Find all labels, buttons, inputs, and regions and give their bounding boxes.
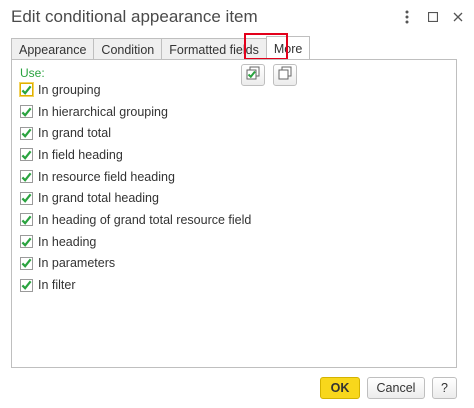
cancel-button[interactable]: Cancel [367, 377, 425, 399]
copy-button[interactable] [273, 64, 297, 86]
list-item[interactable]: In hierarchical grouping [20, 101, 251, 123]
tab-condition[interactable]: Condition [93, 38, 163, 60]
checkbox[interactable] [20, 191, 33, 205]
close-icon[interactable] [449, 7, 467, 27]
list-item[interactable]: In heading [20, 231, 251, 253]
item-label: In resource field heading [38, 169, 175, 184]
list-item[interactable]: In grouping [20, 79, 251, 101]
tab-label: Condition [101, 42, 155, 57]
list-item[interactable]: In heading of grand total resource field [20, 209, 251, 231]
use-label: Use: [20, 66, 45, 80]
list-item[interactable]: In field heading [20, 144, 251, 166]
tab-formatted-fields[interactable]: Formatted fields [161, 38, 267, 60]
checkbox[interactable] [20, 148, 33, 162]
checkbox[interactable] [20, 83, 33, 97]
tab-label: Appearance [19, 42, 87, 57]
list-item[interactable]: In parameters [20, 253, 251, 275]
checkbox[interactable] [20, 105, 33, 119]
item-label: In grand total heading [38, 191, 159, 206]
item-label: In filter [38, 278, 76, 293]
checkbox[interactable] [20, 235, 33, 249]
checkmark-icon [21, 280, 32, 290]
tab-label: More [273, 41, 303, 56]
checkmark-icon [21, 172, 32, 182]
maximize-icon[interactable] [424, 7, 442, 27]
checkbox[interactable] [20, 170, 33, 184]
tab-more[interactable]: More [265, 36, 311, 60]
checkmark-icon [21, 215, 32, 225]
copy-icon [278, 66, 292, 85]
tab-bar: Appearance Condition Formatted fields Mo… [11, 36, 311, 60]
checkbox[interactable] [20, 278, 33, 292]
item-label: In grouping [38, 82, 101, 97]
checkmark-icon [21, 193, 32, 204]
help-button[interactable]: ? [432, 377, 457, 399]
item-label: In heading [38, 234, 97, 249]
list-item[interactable]: In grand total heading [20, 187, 251, 209]
window-title: Edit conditional appearance item [11, 7, 258, 26]
item-label: In field heading [38, 147, 123, 162]
more-panel: Use: In grouping In hierarchical groupin… [11, 59, 457, 368]
checkbox[interactable] [20, 126, 33, 140]
checkmark-icon [21, 237, 32, 247]
checkbox[interactable] [20, 213, 33, 227]
list-item[interactable]: In resource field heading [20, 166, 251, 188]
list-item[interactable]: In filter [20, 274, 251, 296]
item-label: In heading of grand total resource field [38, 212, 252, 227]
checkmark-icon [21, 150, 32, 160]
checkbox[interactable] [20, 256, 33, 270]
use-options-list: In grouping In hierarchical grouping In … [20, 79, 251, 296]
checkmark-icon [21, 107, 32, 117]
checkmark-icon [21, 85, 32, 95]
item-label: In hierarchical grouping [38, 104, 168, 119]
tab-appearance[interactable]: Appearance [11, 38, 95, 60]
tab-label: Formatted fields [169, 42, 259, 57]
checkmark-icon [21, 128, 32, 139]
checkmark-icon [21, 258, 32, 269]
item-label: In parameters [38, 256, 116, 271]
ok-button[interactable]: OK [320, 377, 360, 399]
more-vertical-icon[interactable] [398, 7, 416, 27]
list-item[interactable]: In grand total [20, 122, 251, 144]
item-label: In grand total [38, 126, 111, 141]
